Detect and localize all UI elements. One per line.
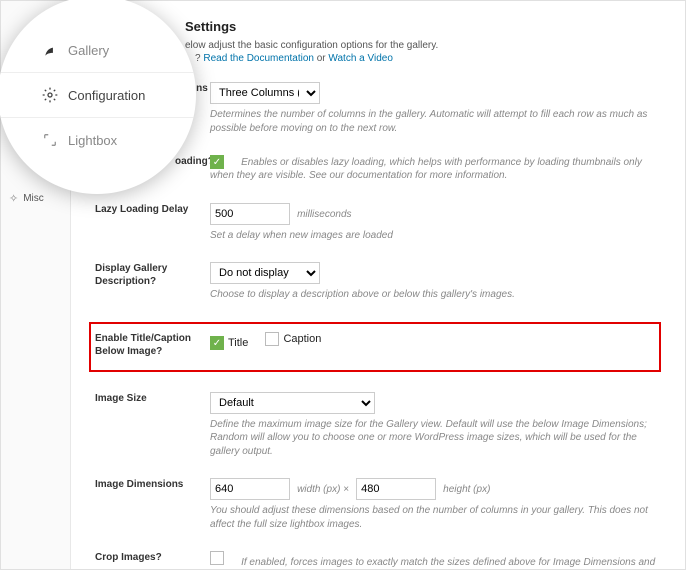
crop-desc: If enabled, forces images to exactly mat… [210, 557, 655, 569]
row-gallery-description: Display Gallery Description? Do not disp… [95, 262, 661, 302]
lazy-loading-checkbox[interactable]: ✓ [210, 155, 224, 169]
lazy-delay-unit: milliseconds [297, 209, 351, 220]
gear-icon [42, 87, 58, 103]
gallery-desc-label: Display Gallery Description? [95, 262, 210, 288]
caption-checkbox[interactable] [265, 332, 279, 346]
title-checkbox-label: Title [228, 337, 248, 349]
title-checkbox[interactable]: ✓ [210, 336, 224, 350]
page-title: Settings [185, 19, 661, 34]
wand-icon: ✧ [9, 192, 18, 205]
lazy-delay-label: Lazy Loading Delay [95, 203, 210, 216]
crop-checkbox[interactable] [210, 551, 224, 565]
lazy-delay-input[interactable] [210, 203, 290, 225]
height-label: height (px) [443, 484, 490, 495]
page-help-links: ? Read the Documentation or Watch a Vide… [195, 53, 661, 64]
gallery-desc-desc: Choose to display a description above or… [210, 288, 661, 302]
lazy-loading-desc: Enables or disables lazy loading, which … [210, 157, 642, 182]
caption-checkbox-label: Caption [283, 333, 321, 345]
gallery-desc-select[interactable]: Do not display [210, 262, 320, 284]
tab-gallery-label: Gallery [68, 43, 109, 58]
page-description: elow adjust the basic configuration opti… [185, 40, 661, 51]
sidebar-item-misc[interactable]: ✧ Misc [1, 186, 70, 211]
image-size-label: Image Size [95, 392, 210, 405]
row-image-dimensions: Image Dimensions width (px) × height (px… [95, 478, 661, 531]
crop-label: Crop Images? [95, 551, 210, 564]
row-crop-images: Crop Images? If enabled, forces images t… [95, 551, 661, 569]
height-input[interactable] [356, 478, 436, 500]
sidebar-item-label: Misc [23, 193, 44, 204]
tab-configuration-label: Configuration [68, 88, 145, 103]
tab-gallery[interactable]: Gallery [0, 28, 196, 73]
watch-video-link[interactable]: Watch a Video [328, 53, 392, 64]
leaf-icon [42, 42, 58, 58]
tab-configuration[interactable]: Configuration [0, 73, 196, 118]
title-caption-label: Enable Title/Caption Below Image? [95, 332, 210, 358]
lazy-delay-desc: Set a delay when new images are loaded [210, 229, 661, 243]
dimensions-desc: You should adjust these dimensions based… [210, 504, 661, 531]
dimensions-label: Image Dimensions [95, 478, 210, 491]
columns-select[interactable]: Three Columns (3) [210, 82, 320, 104]
width-input[interactable] [210, 478, 290, 500]
width-label: width (px) × [297, 484, 349, 495]
tab-lightbox[interactable]: Lightbox [0, 118, 196, 162]
expand-icon [42, 132, 58, 148]
image-size-select[interactable]: Default [210, 392, 375, 414]
read-documentation-link[interactable]: Read the Documentation [203, 53, 314, 64]
row-image-size: Image Size Default Define the maximum im… [95, 392, 661, 459]
columns-desc: Determines the number of columns in the … [210, 108, 661, 135]
image-size-desc: Define the maximum image size for the Ga… [210, 418, 661, 459]
row-lazy-delay: Lazy Loading Delay milliseconds Set a de… [95, 203, 661, 243]
magnifier-overlay: Gallery Configuration Lightbox [0, 0, 196, 194]
row-title-caption: Enable Title/Caption Below Image? ✓ Title… [89, 322, 661, 372]
tab-lightbox-label: Lightbox [68, 133, 117, 148]
row-lazy-loading: oading? ✓ Enables or disables lazy loadi… [95, 155, 661, 183]
